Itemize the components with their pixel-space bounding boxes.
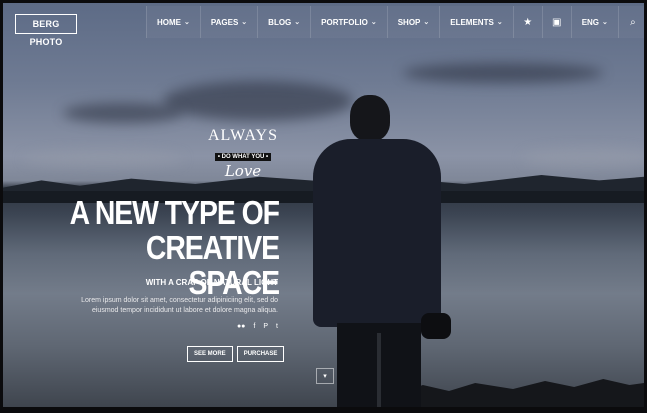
hero-actions: SEE MORE PURCHASE [187, 346, 285, 362]
nav-label: ELEMENTS [450, 17, 494, 27]
search-icon[interactable]: ⌕ [617, 6, 644, 38]
headline-line-2: CREATIVE SPACE [145, 229, 280, 301]
person-head [350, 95, 390, 141]
chevron-down-icon: ⌄ [184, 19, 190, 26]
chevron-down-icon: ⌄ [423, 19, 430, 26]
flickr-icon[interactable]: ●● [237, 323, 245, 330]
chevron-down-icon: ⌄ [602, 19, 608, 26]
nav-home[interactable]: HOME ⌄ [146, 6, 200, 38]
hero-subheading: WITH A CRAP OF NATURAL LIGHT [145, 278, 278, 287]
nav-label: BLOG [268, 17, 292, 27]
camera-icon [421, 313, 451, 339]
body-line-2: eiusmod tempor incididunt ut labore et d… [91, 307, 278, 314]
chevron-down-icon: ⌄ [294, 19, 301, 26]
see-more-button[interactable]: SEE MORE [187, 346, 233, 362]
nav-pages[interactable]: PAGES ⌄ [199, 6, 257, 38]
person-coat [313, 139, 441, 327]
tagline-bottom: Love [224, 162, 262, 180]
nav-label: SHOP [397, 17, 421, 27]
tagline-top: ALWAYS [208, 127, 279, 144]
cloud [403, 63, 603, 83]
facebook-icon[interactable]: f [253, 323, 255, 330]
language-label: ENG [581, 17, 600, 27]
hero-body-text: Lorem ipsum dolor sit amet, consectetur … [43, 296, 278, 316]
body-line-1: Lorem ipsum dolor sit amet, consectetur … [81, 297, 278, 304]
headline-line-1: A NEW TYPE OF [69, 194, 280, 231]
cloud [23, 151, 183, 167]
nav-blog[interactable]: BLOG ⌄ [257, 6, 310, 38]
cloud [63, 103, 183, 123]
twitter-icon[interactable]: t [276, 323, 278, 330]
nav-shop[interactable]: SHOP ⌄ [386, 6, 440, 38]
chevron-down-icon: ⌄ [496, 19, 503, 26]
chevron-down-icon: ⌄ [370, 19, 377, 26]
nav-label: HOME [157, 17, 181, 27]
nav-label: PAGES [210, 17, 239, 27]
pinterest-icon[interactable]: P [263, 323, 268, 330]
tagline-badge: ALWAYS • DO WHAT YOU • Love [208, 127, 278, 180]
person-legs [337, 323, 421, 407]
nav-elements[interactable]: ELEMENTS ⌄ [439, 6, 512, 38]
chevron-down-icon: ⌄ [241, 19, 248, 26]
purchase-button[interactable]: PURCHASE [236, 346, 285, 362]
cart-icon[interactable]: ▣ [541, 6, 571, 38]
social-links: ●● f P t [218, 323, 278, 330]
person-silhouette [303, 95, 453, 407]
nav-portfolio[interactable]: PORTFOLIO ⌄ [310, 6, 387, 38]
main-nav: HOME ⌄ PAGES ⌄ BLOG ⌄ PORTFOLIO ⌄ SHOP ⌄ ELEM… [146, 6, 644, 38]
site-logo[interactable]: BERG PHOTO [15, 14, 77, 47]
language-selector[interactable]: ENG ⌄ [570, 6, 618, 38]
scroll-down-icon[interactable]: ▾ [316, 368, 334, 384]
hero-slide: BERG PHOTO HOME ⌄ PAGES ⌄ BLOG ⌄ PORTFOLIO ⌄… [3, 3, 644, 407]
nav-label: PORTFOLIO [321, 17, 368, 27]
tagline-mid: • DO WHAT YOU • [214, 153, 272, 161]
favorites-icon[interactable]: ★ [512, 6, 542, 38]
cloud [523, 149, 644, 167]
